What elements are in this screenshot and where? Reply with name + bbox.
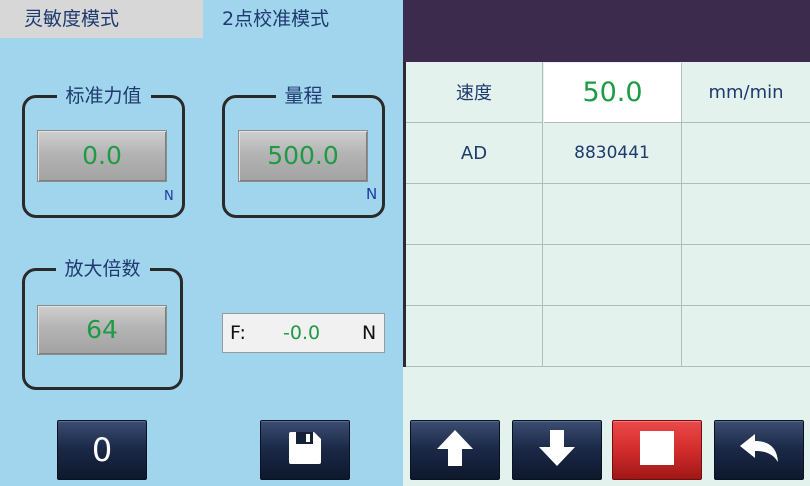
force-readout-unit: N [362, 322, 377, 344]
zero-button-label: 0 [91, 431, 113, 469]
move-down-button[interactable] [512, 420, 602, 480]
tab-two-point-calibration[interactable]: 2点校准模式 [203, 0, 403, 38]
save-button[interactable] [260, 420, 350, 480]
arrow-down-icon [537, 428, 577, 472]
calibration-screen: 灵敏度模式 2点校准模式 标准力值 0.0 N 量程 500.0 N 放大倍数 … [0, 0, 810, 486]
force-readout: F: -0.0 N [222, 313, 385, 353]
gain-value-field[interactable]: 64 [37, 305, 167, 355]
stop-button[interactable] [612, 420, 702, 480]
table-cell [543, 306, 682, 367]
left-panel: 灵敏度模式 2点校准模式 标准力值 0.0 N 量程 500.0 N 放大倍数 … [0, 0, 403, 486]
ad-value: 8830441 [543, 123, 682, 184]
data-table: 速度 50.0 mm/min AD 8830441 [406, 62, 810, 367]
header-bar [403, 0, 810, 62]
stop-icon [640, 431, 674, 469]
right-panel: 速度 50.0 mm/min AD 8830441 [403, 0, 810, 486]
force-readout-value: -0.0 [283, 322, 321, 344]
speed-unit: mm/min [682, 62, 810, 123]
standard-force-title: 标准力值 [56, 85, 151, 107]
save-icon [287, 430, 323, 470]
back-button[interactable] [714, 420, 804, 480]
standard-force-group: 标准力值 0.0 N [22, 85, 185, 218]
standard-force-unit: N [164, 189, 174, 204]
range-unit: N [366, 185, 378, 203]
tab-label: 2点校准模式 [222, 8, 330, 30]
speed-value-input[interactable]: 50.0 [544, 63, 682, 123]
move-up-button[interactable] [410, 420, 500, 480]
table-cell [543, 184, 682, 245]
ad-label: AD [406, 123, 543, 184]
tab-sensitivity-mode[interactable]: 灵敏度模式 [0, 0, 203, 38]
range-title: 量程 [275, 85, 332, 107]
range-group: 量程 500.0 N [222, 85, 385, 218]
gain-title: 放大倍数 [55, 258, 150, 280]
table-cell [682, 306, 810, 367]
arrow-up-icon [435, 428, 475, 472]
table-cell [682, 184, 810, 245]
table-cell [406, 306, 543, 367]
table-cell [543, 245, 682, 306]
speed-label: 速度 [406, 62, 543, 123]
table-cell [406, 184, 543, 245]
force-readout-label: F: [230, 322, 246, 344]
zero-button[interactable]: 0 [57, 420, 147, 480]
tab-label: 灵敏度模式 [24, 8, 120, 30]
table-cell [682, 245, 810, 306]
table-cell [682, 123, 810, 184]
gain-group: 放大倍数 64 [22, 258, 183, 390]
standard-force-value-field[interactable]: 0.0 [37, 130, 167, 182]
table-cell [406, 245, 543, 306]
range-value-field[interactable]: 500.0 [238, 130, 368, 182]
back-icon [737, 430, 781, 470]
